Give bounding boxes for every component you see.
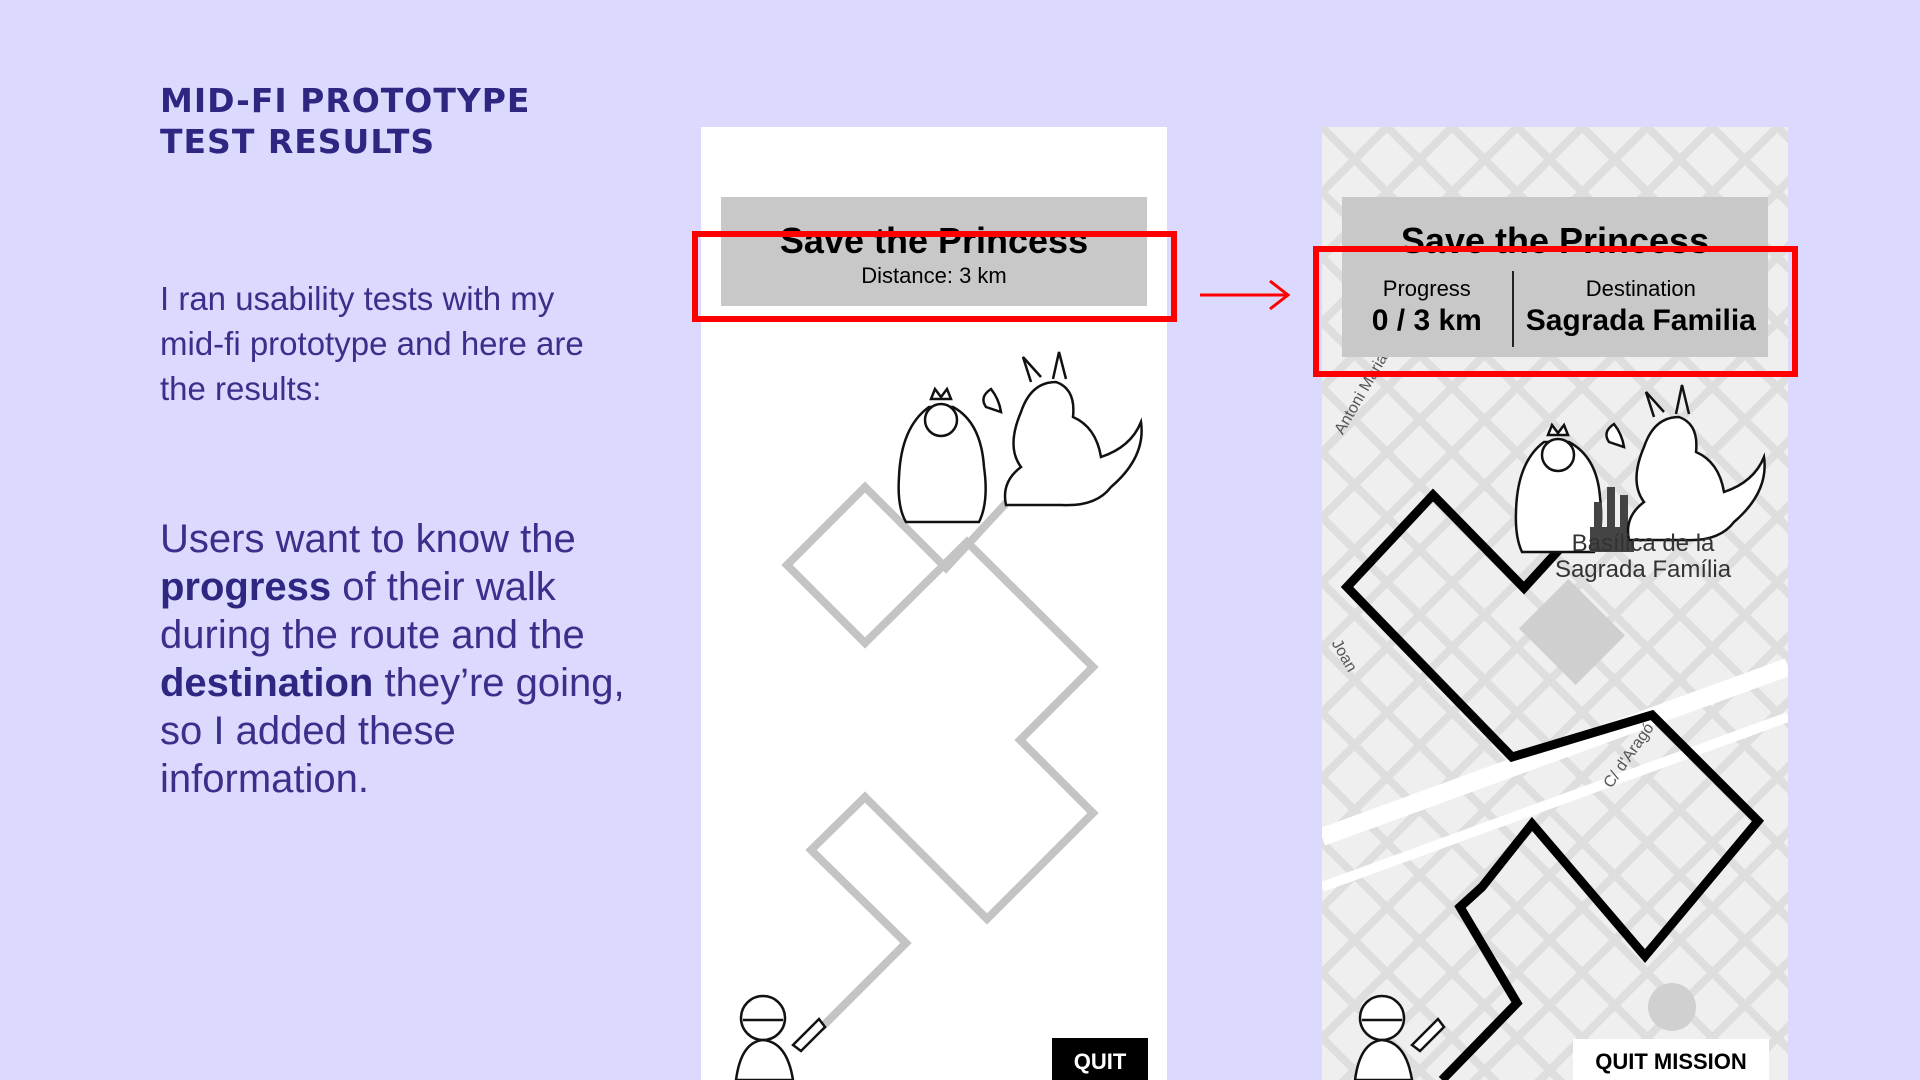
before-highlight-box <box>692 231 1177 322</box>
quit-button[interactable]: QUIT <box>1052 1038 1148 1080</box>
heading-line-2: TEST RESULTS <box>160 122 436 161</box>
finding-bold-destination: destination <box>160 661 374 705</box>
quit-mission-button[interactable]: QUIT MISSION <box>1573 1039 1769 1080</box>
finding-text: Users want to know the progress of their… <box>160 515 650 803</box>
plaza-circle <box>1648 983 1696 1031</box>
heading-line-1: MID-FI PROTOTYPE <box>160 81 531 120</box>
knight-icon <box>734 994 827 1080</box>
princess-icon <box>897 386 987 524</box>
landmark-label: Basílica de la Sagrada Família <box>1518 531 1768 583</box>
route-path <box>781 481 1099 1031</box>
after-highlight-box <box>1313 246 1798 377</box>
slide-heading: MID-FI PROTOTYPE TEST RESULTS <box>160 80 530 162</box>
arrow-right-icon <box>1200 279 1291 311</box>
landmark-line-1: Basílica de la <box>1571 530 1715 557</box>
finding-bold-progress: progress <box>160 565 332 609</box>
landmark-line-2: Sagrada Família <box>1554 556 1732 583</box>
dragon-icon <box>982 351 1143 507</box>
finding-part-1: Users want to know the <box>160 517 576 561</box>
intro-text: I ran usability tests with my mid-fi pro… <box>160 280 584 407</box>
